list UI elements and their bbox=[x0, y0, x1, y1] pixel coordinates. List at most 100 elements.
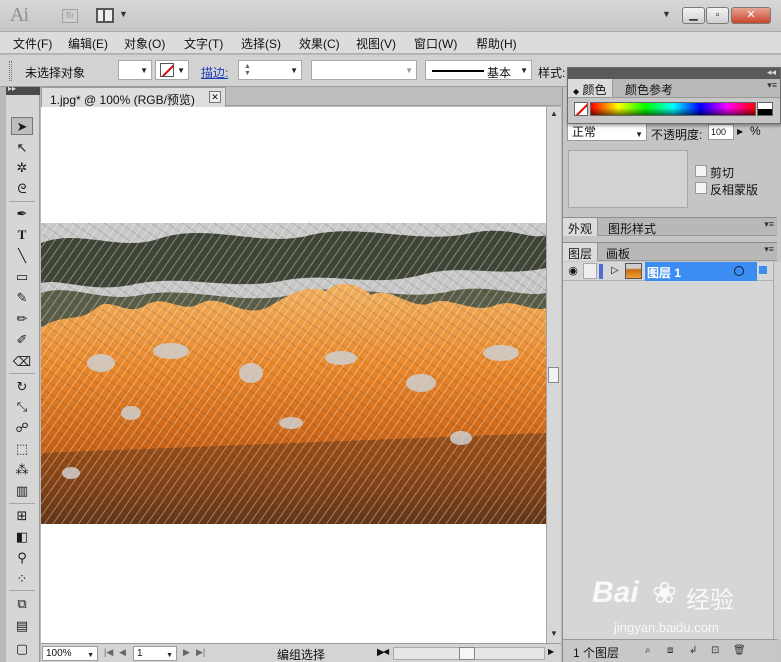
fill-color-dropdown[interactable]: ▼ bbox=[118, 60, 152, 80]
scale-tool-icon[interactable]: ⤡ bbox=[11, 398, 33, 416]
stroke-weight-dropdown[interactable]: ▲ ▼ ▼ bbox=[238, 60, 302, 80]
vertical-scrollbar-thumb[interactable] bbox=[548, 367, 559, 383]
horizontal-scrollbar-thumb[interactable] bbox=[459, 647, 475, 660]
panel-menu-icon[interactable]: ▾≡ bbox=[764, 219, 774, 230]
bridge-button[interactable]: Br bbox=[62, 9, 78, 23]
color-spectrum[interactable] bbox=[590, 102, 756, 116]
stroke-color-dropdown[interactable]: ▼ bbox=[155, 60, 189, 80]
layer-name[interactable]: 图层 1 bbox=[647, 264, 681, 281]
slice-tool-icon[interactable]: ⧉ bbox=[11, 595, 33, 613]
tab-graphic-styles[interactable]: 图形样式 bbox=[603, 218, 661, 236]
workspace-dropdown-arrow-icon[interactable]: ▼ bbox=[662, 9, 671, 19]
column-graph-tool-icon[interactable]: ▥ bbox=[11, 482, 33, 500]
warp-tool-icon[interactable]: ☍ bbox=[11, 419, 33, 437]
expand-triangle-icon[interactable]: ▷ bbox=[611, 265, 619, 276]
artboard-number-dropdown[interactable]: 1 ▼ bbox=[133, 646, 177, 661]
lasso-tool-icon[interactable]: ᘓ bbox=[11, 180, 33, 198]
chevron-down-icon: ▼ bbox=[140, 66, 148, 75]
menu-view[interactable]: 视图(V) bbox=[356, 35, 396, 52]
close-button[interactable]: ✕ bbox=[731, 7, 771, 24]
menu-effect[interactable]: 效果(C) bbox=[299, 35, 340, 52]
last-artboard-icon[interactable]: ▶| bbox=[196, 647, 205, 658]
arrange-documents-icon[interactable] bbox=[96, 8, 114, 23]
stepper-icon[interactable]: ▲ ▼ bbox=[244, 63, 251, 77]
document-tab[interactable]: 1.jpg* @ 100% (RGB/预览) ✕ bbox=[41, 87, 226, 107]
magic-wand-tool-icon[interactable]: ✲ bbox=[11, 159, 33, 177]
first-artboard-icon[interactable]: |◀ bbox=[104, 647, 113, 658]
pen-tool-icon[interactable]: ✒ bbox=[11, 205, 33, 223]
invert-mask-label: 反相蒙版 bbox=[710, 183, 759, 197]
blend-tool-icon[interactable]: ⁘ bbox=[11, 570, 33, 588]
gradient-tool-icon[interactable]: ◧ bbox=[11, 528, 33, 546]
opacity-arrow-icon[interactable]: ▶ bbox=[737, 127, 743, 136]
menu-type[interactable]: 文字(T) bbox=[184, 35, 223, 52]
arrange-dropdown-arrow-icon[interactable]: ▼ bbox=[119, 9, 128, 19]
color-panel: ◂◂ ◆ 颜色 颜色参考 ▾≡ bbox=[567, 67, 781, 124]
previous-artboard-icon[interactable]: ◀ bbox=[119, 647, 126, 658]
type-tool-icon[interactable]: T bbox=[11, 226, 33, 244]
close-icon[interactable]: ✕ bbox=[209, 91, 221, 103]
free-transform-tool-icon[interactable]: ⬚ bbox=[11, 440, 33, 458]
layer-row[interactable]: ◉ ▷ 图层 1 bbox=[563, 262, 775, 281]
panel-menu-icon[interactable]: ▾≡ bbox=[764, 244, 774, 255]
visibility-eye-icon[interactable]: ◉ bbox=[565, 263, 581, 279]
menu-edit[interactable]: 编辑(E) bbox=[68, 35, 108, 52]
change-screen-mode-icon[interactable]: ▢ bbox=[11, 640, 33, 658]
rectangle-tool-icon[interactable]: ▭ bbox=[11, 268, 33, 286]
menu-object[interactable]: 对象(O) bbox=[124, 35, 165, 52]
mesh-tool-icon[interactable]: ⊞ bbox=[11, 507, 33, 525]
paintbrush-tool-icon[interactable]: ✎ bbox=[11, 289, 33, 307]
collapse-icon[interactable]: ▸▸ bbox=[8, 84, 16, 93]
zoom-graph-tool-icon[interactable]: ▤ bbox=[11, 617, 33, 635]
menu-file[interactable]: 文件(F) bbox=[13, 35, 52, 52]
next-artboard-icon[interactable]: ▶ bbox=[183, 647, 190, 658]
scroll-up-icon[interactable]: ▲ bbox=[550, 109, 558, 118]
menu-select[interactable]: 选择(S) bbox=[241, 35, 281, 52]
layers-panel-header: 图层 画板 ▾≡ bbox=[563, 242, 777, 261]
target-circle-icon[interactable] bbox=[734, 266, 744, 276]
color-panel-titlebar[interactable]: ◂◂ bbox=[568, 67, 780, 79]
opacity-mask-thumbnail[interactable] bbox=[568, 150, 688, 208]
scroll-right-icon[interactable]: ▶ bbox=[548, 647, 554, 656]
brush-definition-dropdown[interactable]: 基本 ▼ bbox=[425, 60, 532, 80]
direct-selection-tool-icon[interactable]: ↖ bbox=[11, 139, 33, 157]
tools-panel-header[interactable]: ▸▸ bbox=[6, 84, 40, 95]
minimize-button[interactable]: ▁ bbox=[682, 7, 705, 24]
tab-artboards[interactable]: 画板 bbox=[601, 243, 635, 261]
scroll-left-icon[interactable]: ◀ bbox=[383, 647, 389, 656]
blob-brush-tool-icon[interactable]: ✐ bbox=[11, 331, 33, 349]
selection-tool-icon[interactable]: ➤ bbox=[11, 117, 33, 135]
tab-color[interactable]: ◆ 颜色 bbox=[568, 79, 613, 97]
menu-window[interactable]: 窗口(W) bbox=[414, 35, 457, 52]
stroke-label[interactable]: 描边: bbox=[201, 64, 228, 81]
tab-color-guide[interactable]: 颜色参考 bbox=[620, 79, 678, 97]
opacity-input[interactable]: 100 bbox=[708, 124, 734, 140]
symbol-sprayer-tool-icon[interactable]: ⁂ bbox=[11, 461, 33, 479]
black-white-swatch[interactable] bbox=[757, 102, 773, 116]
tab-color-label: 颜色 bbox=[582, 83, 607, 97]
tab-layers[interactable]: 图层 bbox=[563, 243, 599, 261]
invert-mask-checkbox[interactable] bbox=[695, 182, 707, 194]
no-stroke-icon bbox=[160, 63, 174, 77]
blend-mode-dropdown[interactable]: 正常 ▼ bbox=[567, 123, 647, 141]
scroll-down-icon[interactable]: ▼ bbox=[550, 629, 558, 638]
line-tool-icon[interactable]: ╲ bbox=[11, 247, 33, 265]
eyedropper-tool-icon[interactable]: ⚲ bbox=[11, 549, 33, 567]
variable-width-dropdown[interactable]: ▼ bbox=[311, 60, 417, 80]
selection-square-icon[interactable] bbox=[759, 266, 767, 274]
zoom-dropdown[interactable]: 100% ▼ bbox=[42, 646, 98, 661]
tab-appearance[interactable]: 外观 bbox=[563, 218, 599, 236]
status-tool-label[interactable]: 编组选择 bbox=[277, 646, 325, 662]
collapse-icon[interactable]: ◂◂ bbox=[767, 67, 776, 78]
none-swatch[interactable] bbox=[574, 102, 588, 116]
control-bar-grip[interactable] bbox=[9, 61, 12, 81]
restore-button[interactable]: ▫ bbox=[706, 7, 729, 24]
pencil-tool-icon[interactable]: ✏ bbox=[11, 310, 33, 328]
menu-help[interactable]: 帮助(H) bbox=[476, 35, 517, 52]
placed-image[interactable] bbox=[41, 223, 546, 524]
lock-toggle[interactable] bbox=[583, 263, 597, 279]
eraser-tool-icon[interactable]: ⌫ bbox=[11, 353, 33, 371]
rotate-tool-icon[interactable]: ↻ bbox=[11, 378, 33, 396]
clip-checkbox[interactable] bbox=[695, 165, 707, 177]
panel-menu-icon[interactable]: ▾≡ bbox=[767, 80, 777, 91]
